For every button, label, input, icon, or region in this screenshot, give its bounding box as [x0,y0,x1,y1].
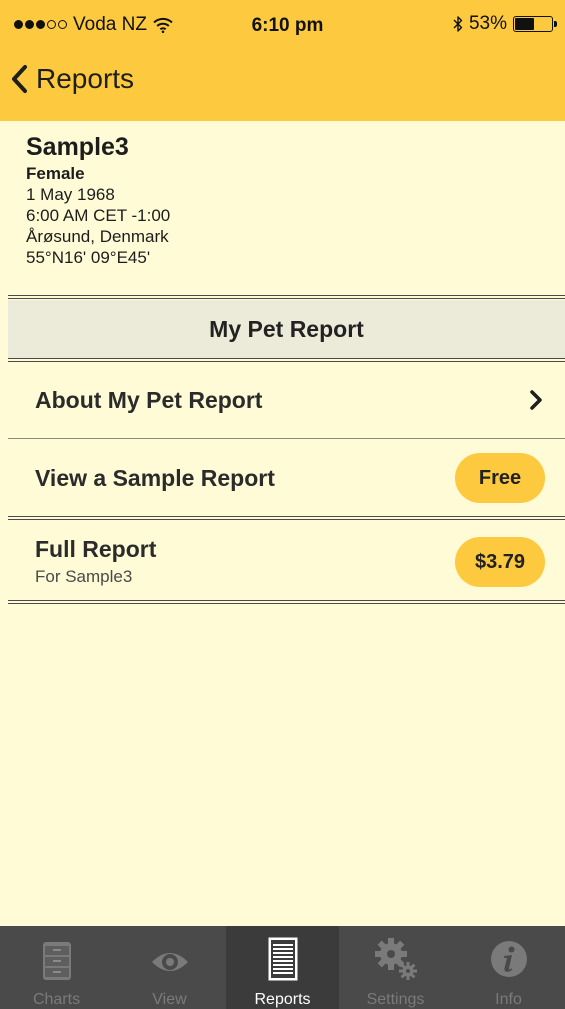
free-button[interactable]: Free [455,453,545,503]
full-report-subtitle: For Sample3 [35,567,133,586]
back-button[interactable]: Reports [10,64,134,94]
price-button-label: $3.79 [474,550,526,573]
full-report-title: Full Report [35,536,157,562]
tab-info-label: Info [495,991,522,1008]
tab-reports-label: Reports [254,991,311,1008]
profile-name: Sample3 [26,133,129,161]
bluetooth-icon [453,15,463,32]
info-icon [490,941,527,977]
sample-report-row[interactable]: View a Sample Report Free [8,440,565,516]
chevron-right-icon [530,390,542,410]
back-chevron-icon [12,65,27,93]
about-report-row[interactable]: About My Pet Report [8,362,565,438]
tab-view[interactable]: View [113,926,226,1009]
free-button-label: Free [478,466,522,489]
document-icon [268,937,297,981]
profile-info: Sample3 Female 1 May 1968 6:00 AM CET -1… [26,131,546,268]
battery-tip [554,20,557,27]
battery-fill [515,17,535,30]
tab-view-label: View [152,991,187,1008]
tab-settings-label: Settings [366,991,425,1008]
tab-charts[interactable]: Charts [0,926,113,1009]
full-report-row[interactable]: Full Report For Sample3 $3.79 [8,521,565,599]
about-report-label: About My Pet Report [35,386,263,413]
section-header: My Pet Report [8,300,565,358]
top-header: Voda NZ 6:10 pm 53% Reports [0,0,565,121]
eye-icon [151,953,188,971]
divider [8,600,565,604]
back-button-label: Reports [36,63,135,94]
status-right: 53% [453,14,559,33]
battery-icon [513,15,559,32]
tab-bar: Charts View Reports Settings Info [0,926,565,1009]
profile-date: 1 May 1968 [26,185,115,204]
divider [8,438,565,439]
section-title: My Pet Report [209,315,364,342]
tab-settings[interactable]: Settings [339,926,452,1009]
gears-icon [374,938,417,980]
profile-time: 6:00 AM CET -1:00 [26,206,171,225]
divider [8,295,565,299]
battery-percent: 53% [468,13,507,34]
status-bar: Voda NZ 6:10 pm 53% [0,0,565,40]
file-cabinet-icon [42,942,71,980]
profile-gender: Female [26,164,85,183]
tab-info[interactable]: Info [452,926,565,1009]
sample-report-label: View a Sample Report [35,464,275,491]
profile-coordinates: 55°N16' 09°E45' [26,248,151,267]
tab-reports[interactable]: Reports [226,926,339,1009]
profile-place: Årøsund, Denmark [26,227,169,246]
divider [8,516,565,520]
screen: Voda NZ 6:10 pm 53% Reports Sample3 Fema… [0,0,565,1009]
tab-charts-label: Charts [32,991,81,1008]
price-button[interactable]: $3.79 [455,537,545,587]
